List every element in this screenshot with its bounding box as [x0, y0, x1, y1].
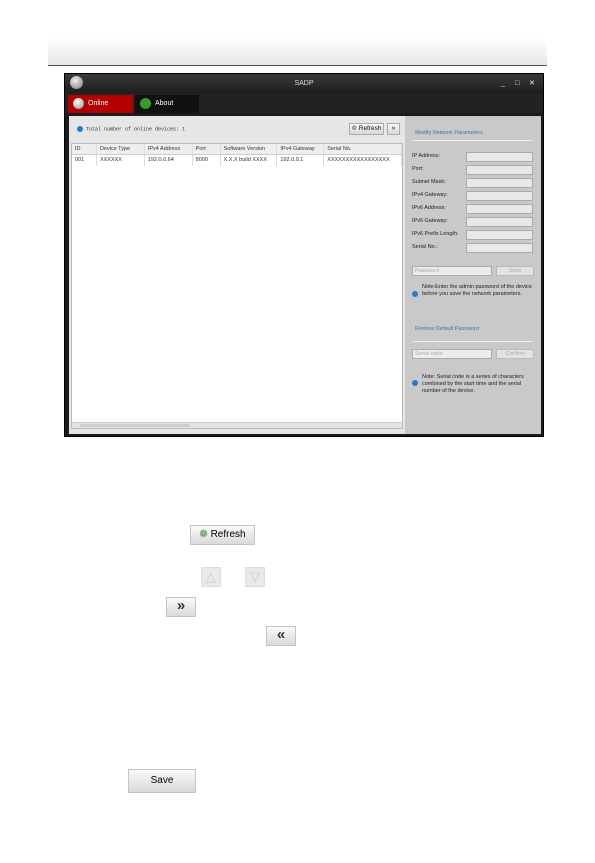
cell: 192.0.0.64	[145, 155, 193, 166]
app-logo-icon	[70, 76, 83, 89]
count-value: 1	[182, 126, 186, 133]
divider	[413, 341, 533, 342]
col-header[interactable]: IPv4 Gateway	[277, 144, 325, 154]
cell: 192.0.0.1	[277, 155, 325, 166]
device-list-panel: Total number of online devices: 1 ❁ Refr…	[69, 116, 405, 434]
field-label: Port:	[412, 166, 424, 172]
tab-label: About	[155, 100, 174, 107]
sort-down-icon[interactable]: ▽	[245, 567, 265, 587]
info-icon	[412, 380, 418, 386]
horizontal-scrollbar[interactable]	[72, 422, 402, 428]
field-label: IPv6 Gateway:	[412, 218, 448, 224]
info-icon	[140, 98, 151, 109]
confirm-button[interactable]: Confirm	[496, 349, 534, 359]
expand-button[interactable]: »	[387, 123, 400, 135]
count-label: Total number of online devices:	[86, 126, 180, 133]
title-bar: SADP _ □ ✕	[65, 74, 543, 93]
col-header[interactable]: Serial No.	[324, 144, 403, 154]
doc-collapse-button[interactable]: «	[266, 626, 296, 646]
modify-title: Modify Network Parameters	[415, 130, 483, 136]
field-label: Serial No.:	[412, 244, 438, 250]
refresh-icon: ❁	[351, 125, 357, 132]
info-icon	[412, 291, 418, 297]
devices-icon	[73, 98, 84, 109]
sort-up-icon[interactable]: △	[201, 567, 221, 587]
ip-address-input[interactable]	[466, 152, 533, 162]
ipv4-gateway-input[interactable]	[466, 191, 533, 201]
refresh-label: Refresh	[358, 125, 382, 132]
ipv6-gateway-input[interactable]	[466, 217, 533, 227]
col-header[interactable]: Device Type	[97, 144, 145, 154]
table-row[interactable]: 001 XXXXXX 192.0.0.64 8000 X.X.X build X…	[72, 155, 403, 166]
password-input[interactable]: Password	[412, 266, 492, 276]
cell: 8000	[193, 155, 221, 166]
cell: XXXXXX	[97, 155, 145, 166]
cell: XXXXXXXXXXXXXXXXX	[324, 155, 403, 166]
doc-refresh-button[interactable]: ❁ Refresh	[190, 525, 255, 545]
port-input[interactable]	[466, 165, 533, 175]
col-header[interactable]: Software Version	[221, 144, 278, 154]
tab-online-devices[interactable]: Online Devices	[68, 95, 133, 125]
refresh-label: Refresh	[210, 529, 246, 540]
field-label: Subnet Mask:	[412, 179, 446, 185]
field-label: IP Address:	[412, 153, 441, 159]
device-table: ID Device Type IPv4 Address Port Softwar…	[71, 143, 403, 429]
field-label: IPv6 Address:	[412, 205, 446, 211]
cell: X.X.X build XXXX	[221, 155, 278, 166]
cell: 001	[72, 155, 97, 166]
ipv6-prefix-input[interactable]	[466, 230, 533, 240]
doc-expand-button[interactable]: »	[166, 597, 196, 617]
tab-bar: Online Devices About	[65, 93, 543, 125]
window-title: SADP	[294, 80, 314, 87]
save-button[interactable]: Save	[496, 266, 534, 276]
subnet-mask-input[interactable]	[466, 178, 533, 188]
scroll-thumb[interactable]	[80, 424, 190, 427]
col-header[interactable]: ID	[72, 144, 97, 154]
info-icon	[77, 126, 83, 132]
device-count: Total number of online devices: 1	[77, 126, 185, 132]
col-header[interactable]: IPv4 Address	[145, 144, 193, 154]
page-header-band	[48, 38, 547, 66]
divider	[413, 140, 533, 141]
tab-about[interactable]: About	[135, 95, 199, 113]
refresh-button[interactable]: ❁ Refresh	[349, 123, 384, 135]
sadp-window: SADP _ □ ✕ Online Devices About Total nu…	[64, 73, 544, 437]
modify-note: Note:Enter the admin password of the dev…	[422, 284, 532, 297]
modify-panel: Modify Network Parameters IP Address: Po…	[405, 116, 541, 434]
restore-title: Restore Default Password	[415, 326, 479, 332]
doc-save-button[interactable]: Save	[128, 769, 196, 793]
restore-note: Note: Serial code is a series of charact…	[422, 374, 524, 394]
ipv6-address-input[interactable]	[466, 204, 533, 214]
field-label: IPv4 Gateway:	[412, 192, 448, 198]
serial-code-input[interactable]: Serial code	[412, 349, 492, 359]
window-controls[interactable]: _ □ ✕	[501, 74, 539, 93]
refresh-icon: ❁	[199, 529, 208, 540]
serial-no-input[interactable]	[466, 243, 533, 253]
field-label: IPv6 Prefix Length:	[412, 231, 459, 237]
col-header[interactable]: Port	[193, 144, 221, 154]
table-header: ID Device Type IPv4 Address Port Softwar…	[72, 144, 403, 155]
